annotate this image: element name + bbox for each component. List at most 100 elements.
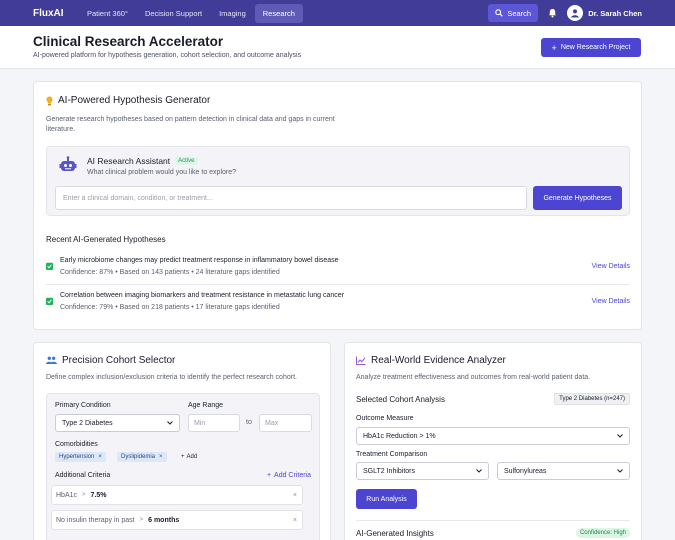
- rwe-title: Real-World Evidence Analyzer: [371, 355, 506, 366]
- hypothesis-meta: Confidence: 79% • Based on 218 patients …: [60, 304, 280, 311]
- hypothesis-text: Early microbiome changes may predict tre…: [60, 257, 339, 264]
- new-project-label: New Research Project: [560, 44, 631, 51]
- logo[interactable]: FluxAI: [33, 8, 79, 19]
- criteria-panel: Primary Condition Type 2 Diabetes Age Ra…: [46, 393, 320, 540]
- criteria-operator: >: [82, 492, 86, 498]
- nav-links: Patient 360° Decision Support Imaging Re…: [79, 3, 304, 23]
- search-label: Search: [507, 8, 532, 18]
- chip-label: Hypertension: [59, 454, 95, 460]
- age-to-label: to: [246, 419, 252, 426]
- page-header: Clinical Research Accelerator AI-powered…: [0, 26, 675, 69]
- cohort-title-row: Precision Cohort Selector: [46, 355, 175, 366]
- treatment-b-select[interactable]: Sulfonylureas: [497, 462, 630, 480]
- outcome-measure-label: Outcome Measure: [356, 415, 414, 422]
- hypothesis-generator-card: AI-Powered Hypothesis Generator Generate…: [33, 81, 642, 330]
- close-icon[interactable]: ×: [98, 454, 102, 460]
- ai-insights-heading: AI-Generated Insights: [356, 529, 434, 538]
- chevron-down-icon: [617, 434, 623, 438]
- selected-cohort-heading: Selected Cohort Analysis: [356, 395, 445, 404]
- clipboard-check-icon: [46, 262, 53, 270]
- close-icon[interactable]: ×: [293, 517, 297, 524]
- criteria-value: 7.5%: [90, 491, 107, 499]
- comorbidity-chip[interactable]: Dyslipidemia ×: [117, 452, 167, 462]
- robot-icon: [59, 156, 77, 171]
- treatment-a-select[interactable]: SGLT2 Inhibitors: [356, 462, 489, 480]
- add-criteria-label: Add Criteria: [274, 472, 311, 479]
- nav-link-imaging[interactable]: Imaging: [211, 4, 254, 23]
- cohort-selector-card: Precision Cohort Selector Define complex…: [33, 342, 331, 540]
- criteria-row[interactable]: HbA1c > 7.5% ×: [51, 485, 303, 505]
- nav-link-patient-360[interactable]: Patient 360°: [79, 4, 136, 23]
- bell-icon[interactable]: [548, 8, 557, 18]
- page-title: Clinical Research Accelerator: [33, 34, 224, 49]
- chevron-down-icon: [617, 469, 623, 473]
- run-analysis-button[interactable]: Run Analysis: [356, 489, 417, 509]
- top-nav: FluxAI Patient 360° Decision Support Ima…: [0, 0, 675, 26]
- cohort-description: Define complex inclusion/exclusion crite…: [46, 374, 297, 381]
- page-subtitle: AI-powered platform for hypothesis gener…: [33, 52, 302, 59]
- criteria-operator: >: [139, 517, 144, 523]
- recent-hypotheses-heading: Recent AI-Generated Hypotheses: [46, 235, 166, 244]
- assistant-question: What clinical problem would you like to …: [87, 169, 237, 176]
- add-label: Add: [186, 454, 198, 460]
- criteria-name: HbA1c: [56, 491, 78, 499]
- add-comorbidity-button[interactable]: + Add: [181, 452, 197, 462]
- criteria-name: No insulin therapy in past: [56, 516, 135, 524]
- divider: [356, 520, 630, 521]
- criteria-value: 6 months: [148, 516, 180, 524]
- hypothesis-description: Generate research hypotheses based on pa…: [46, 116, 335, 133]
- chart-line-icon: [356, 356, 366, 365]
- primary-condition-value: Type 2 Diabetes: [62, 419, 113, 427]
- treatment-b-value: Sulfonylureas: [504, 467, 547, 475]
- cohort-size-badge: Type 2 Diabetes (n=247): [554, 393, 630, 405]
- search-button[interactable]: Search: [488, 4, 539, 22]
- comorbidities-label: Comorbidities: [55, 441, 98, 448]
- primary-condition-label: Primary Condition: [55, 402, 111, 409]
- primary-condition-select[interactable]: Type 2 Diabetes: [55, 414, 180, 432]
- add-criteria-button[interactable]: + Add Criteria: [267, 472, 311, 479]
- clipboard-check-icon: [46, 297, 53, 305]
- chip-label: Dyslipidemia: [121, 454, 156, 460]
- plus-icon: +: [551, 42, 557, 53]
- comorbidity-chip[interactable]: Hypertension ×: [55, 452, 106, 462]
- divider: [46, 284, 630, 285]
- close-icon[interactable]: ×: [159, 454, 163, 460]
- criteria-row[interactable]: No insulin therapy in past > 6 months ×: [51, 510, 303, 530]
- age-max-input[interactable]: Max: [259, 414, 312, 432]
- clinical-domain-input[interactable]: Enter a clinical domain, condition, or t…: [55, 186, 527, 210]
- hypothesis-text: Correlation between imaging biomarkers a…: [60, 292, 345, 299]
- cohort-title: Precision Cohort Selector: [62, 355, 176, 366]
- age-range-label: Age Range: [188, 402, 224, 409]
- assistant-title-row: AI Research Assistant Active: [87, 156, 198, 166]
- age-min-input[interactable]: Min: [188, 414, 240, 432]
- user-name[interactable]: Dr. Sarah Chen: [588, 9, 642, 18]
- rwe-description: Analyze treatment effectiveness and outc…: [356, 374, 591, 381]
- outcome-measure-value: HbA1c Reduction > 1%: [363, 432, 436, 440]
- users-icon: [46, 356, 57, 364]
- assistant-name: AI Research Assistant: [87, 156, 171, 166]
- nav-link-decision-support[interactable]: Decision Support: [137, 4, 210, 23]
- confidence-badge: Confidence: High: [575, 528, 630, 538]
- plus-icon: +: [266, 472, 272, 479]
- hypothesis-title-row: AI-Powered Hypothesis Generator: [46, 95, 210, 106]
- close-icon[interactable]: ×: [293, 492, 297, 499]
- nav-link-research[interactable]: Research: [254, 3, 303, 23]
- view-details-link[interactable]: View Details: [592, 298, 630, 305]
- avatar[interactable]: [567, 5, 584, 21]
- user-icon: [571, 9, 580, 18]
- view-details-link[interactable]: View Details: [592, 263, 630, 270]
- search-icon: [495, 9, 503, 17]
- plus-icon: +: [181, 454, 185, 460]
- treatment-comparison-label: Treatment Comparison: [356, 451, 428, 458]
- additional-criteria-label: Additional Criteria: [55, 472, 111, 479]
- outcome-measure-select[interactable]: HbA1c Reduction > 1%: [356, 427, 630, 445]
- status-badge: Active: [175, 157, 198, 165]
- hypothesis-title: AI-Powered Hypothesis Generator: [58, 95, 211, 106]
- real-world-evidence-card: Real-World Evidence Analyzer Analyze tre…: [344, 342, 642, 540]
- rwe-title-row: Real-World Evidence Analyzer: [356, 355, 506, 366]
- chevron-down-icon: [476, 469, 482, 473]
- generate-hypotheses-button[interactable]: Generate Hypotheses: [533, 186, 622, 210]
- chevron-down-icon: [167, 421, 173, 425]
- lightbulb-icon: [46, 96, 53, 105]
- new-research-project-button[interactable]: + New Research Project: [541, 38, 641, 57]
